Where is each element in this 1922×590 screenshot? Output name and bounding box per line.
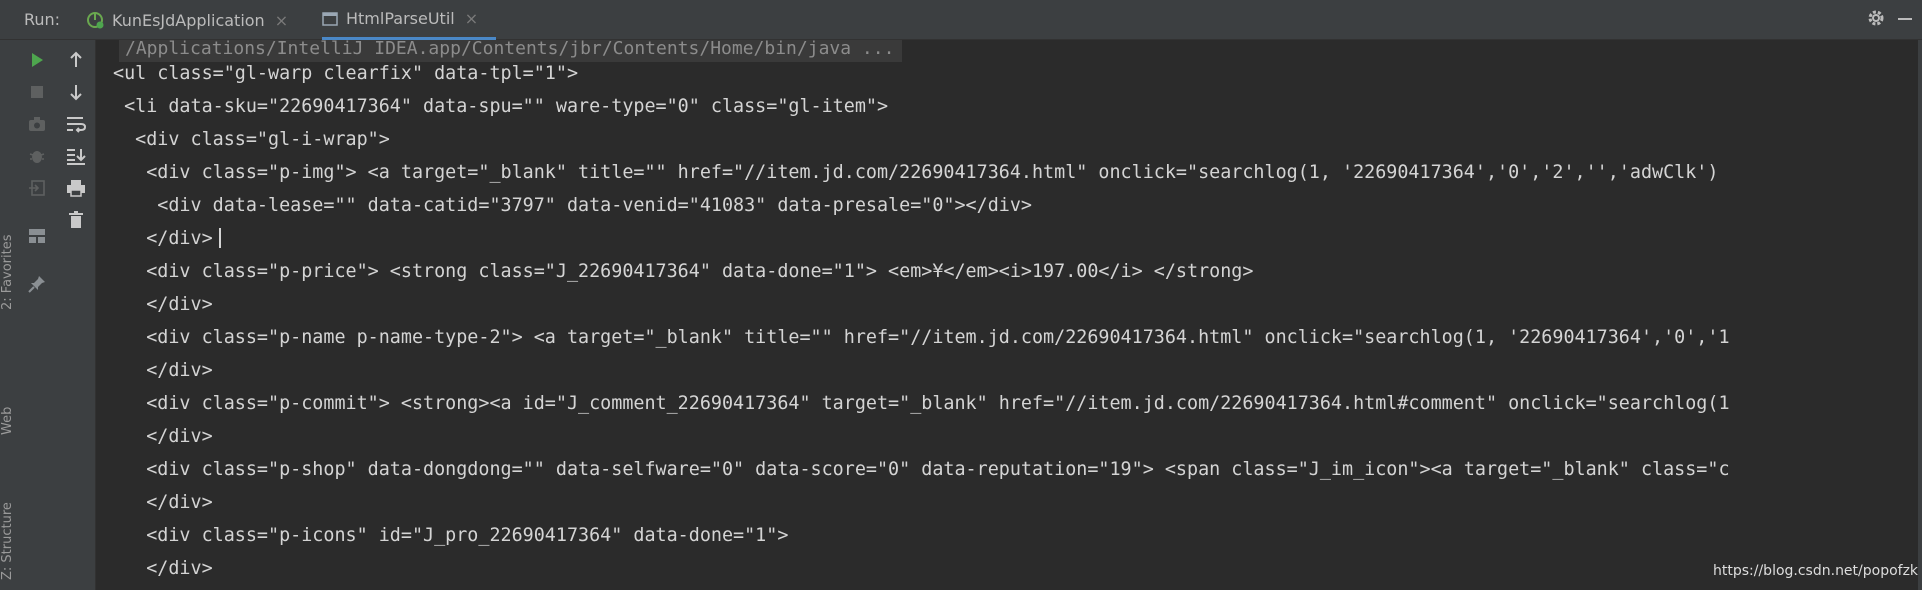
run-label: Run: <box>24 10 61 29</box>
console-line: <div class="gl-i-wrap"> <box>113 129 390 150</box>
console-line: <div class="p-price"> <strong class="J_2… <box>113 261 1254 282</box>
camera-icon[interactable] <box>25 112 49 136</box>
console-line: <div class="p-shop" data-dongdong="" dat… <box>113 459 1730 480</box>
console-line: <li data-sku="22690417364" data-spu="" w… <box>113 96 889 117</box>
run-toolbar: Run: KunEsJdApplication × HtmlParseUtil <box>0 0 1922 40</box>
run-actions-primary <box>18 40 56 590</box>
exit-icon[interactable] <box>25 176 49 200</box>
layout-icon[interactable] <box>25 224 49 248</box>
console-line: <div class="p-name p-name-type-2"> <a ta… <box>113 327 1730 348</box>
tab-label: KunEsJdApplication <box>112 10 265 30</box>
vertical-scrollbar[interactable] <box>1918 40 1922 590</box>
console-icon <box>322 11 338 27</box>
run-actions-secondary <box>56 40 96 590</box>
tab-label: HtmlParseUtil <box>346 9 455 28</box>
spring-boot-icon <box>86 11 104 29</box>
ide-run-window: Run: KunEsJdApplication × HtmlParseUtil <box>0 0 1922 590</box>
console-output[interactable]: /Applications/IntelliJ IDEA.app/Contents… <box>97 40 1922 590</box>
play-icon[interactable] <box>25 48 49 72</box>
tool-window-strip: 2: Favorites Web Z: Structure <box>0 40 19 590</box>
console-line: </div> <box>113 492 213 513</box>
scroll-to-end-icon[interactable] <box>64 144 88 168</box>
console-line: </div> <box>113 558 213 579</box>
bug-icon[interactable] <box>25 144 49 168</box>
console-line: <div class="p-commit"> <strong><a id="J_… <box>113 393 1730 414</box>
console-line: <div data-lease="" data-catid="3797" dat… <box>113 195 1032 216</box>
arrow-down-icon[interactable] <box>64 80 88 104</box>
stop-icon[interactable] <box>25 80 49 104</box>
text-caret <box>218 228 221 248</box>
command-line[interactable]: /Applications/IntelliJ IDEA.app/Contents… <box>119 40 903 62</box>
close-icon[interactable]: × <box>465 9 478 28</box>
console-line: </div> <box>113 294 213 315</box>
tab-kunesjdapplication[interactable]: KunEsJdApplication × <box>86 0 288 40</box>
tab-htmlparseutil[interactable]: HtmlParseUtil × <box>322 0 496 40</box>
pin-icon[interactable] <box>25 272 49 296</box>
watermark: https://blog.csdn.net/popofzk <box>1713 563 1919 579</box>
console-line: <ul class="gl-warp clearfix" data-tpl="1… <box>113 63 579 84</box>
console-line: <div class="p-icons" id="J_pro_226904173… <box>113 525 789 546</box>
console-line: </div> <box>113 228 213 249</box>
soft-wrap-icon[interactable] <box>64 112 88 136</box>
console-line: </div> <box>113 426 213 447</box>
console-line: </div> <box>113 360 213 381</box>
gear-icon[interactable] <box>1866 8 1886 28</box>
close-icon[interactable]: × <box>275 11 288 30</box>
minimize-icon[interactable] <box>1898 18 1912 22</box>
arrow-up-icon[interactable] <box>64 48 88 72</box>
trash-icon[interactable] <box>64 208 88 232</box>
print-icon[interactable] <box>64 176 88 200</box>
console-line-with-caret: </div> <box>113 228 221 250</box>
console-line: <div class="p-img"> <a target="_blank" t… <box>113 162 1719 183</box>
